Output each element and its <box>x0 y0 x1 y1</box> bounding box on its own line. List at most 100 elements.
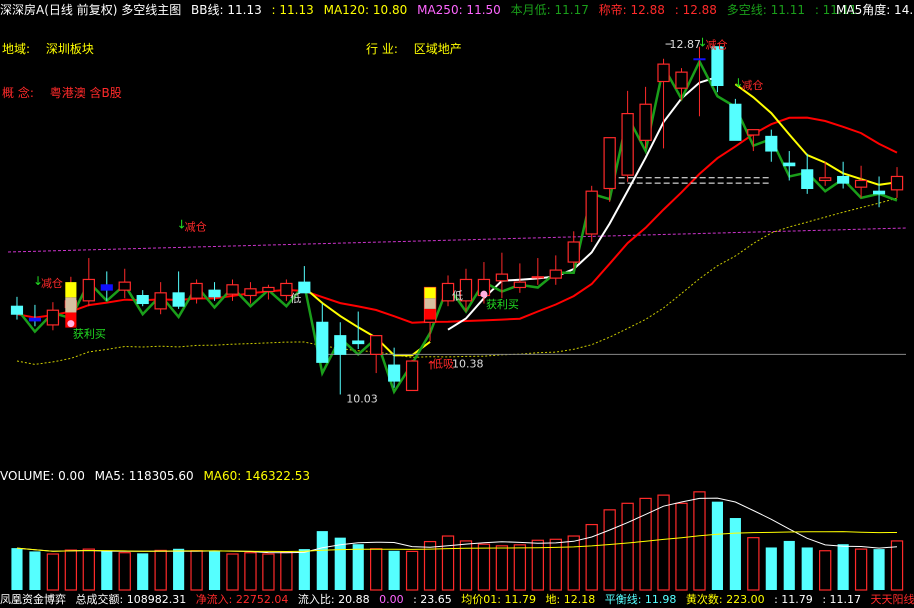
volume-bar[interactable] <box>585 523 598 591</box>
volume-bar[interactable] <box>819 550 832 591</box>
volume-bar[interactable] <box>101 550 113 590</box>
candle-body[interactable] <box>837 175 850 184</box>
candle-body[interactable] <box>226 284 239 295</box>
candle-body[interactable] <box>639 103 652 141</box>
volume-bar[interactable] <box>621 502 634 591</box>
volume-bar[interactable] <box>370 548 383 591</box>
candle-body[interactable] <box>388 364 401 382</box>
volume-bar[interactable] <box>837 544 849 590</box>
candle-body[interactable] <box>890 175 904 191</box>
volume-bar[interactable] <box>513 544 527 591</box>
volume-bar[interactable] <box>729 518 741 590</box>
volume-bar[interactable] <box>495 545 509 591</box>
candle-body[interactable] <box>10 305 24 315</box>
volume-bar[interactable] <box>388 550 400 590</box>
volume-bar[interactable] <box>154 549 167 591</box>
candle-body[interactable] <box>118 281 131 291</box>
candle-body[interactable] <box>405 360 419 392</box>
volume-bar[interactable] <box>567 535 580 591</box>
volume-bar[interactable] <box>226 553 239 591</box>
candle-body[interactable] <box>172 292 185 307</box>
volume-bar[interactable] <box>801 547 813 590</box>
candle-body[interactable] <box>801 169 814 189</box>
candle-body[interactable] <box>244 288 257 297</box>
candle-body[interactable] <box>729 103 742 141</box>
stock-title[interactable]: 深深房A(日线 前复权) 多空线主图 <box>0 3 181 17</box>
volume-bar[interactable] <box>765 547 777 590</box>
price-chart[interactable]: 12.8710.0310.38↓减仓↓减仓↓减仓↓减仓获利买获利买↑低吸低低 <box>0 20 914 466</box>
volume-bar[interactable] <box>173 548 185 590</box>
candle-body[interactable] <box>603 137 616 190</box>
profit-buy-label-1: 获利买 <box>486 298 519 311</box>
candle-body[interactable] <box>531 276 544 279</box>
month-low-label: 本月低: 11.17 <box>510 3 589 17</box>
volume-bars-group[interactable] <box>11 491 904 591</box>
candle-body[interactable] <box>28 317 42 322</box>
volume-bar[interactable] <box>118 552 131 591</box>
volume-bar[interactable] <box>783 540 795 590</box>
candle-body[interactable] <box>693 58 706 61</box>
candle-body[interactable] <box>567 241 580 263</box>
volume-bar[interactable] <box>675 502 688 591</box>
volume-ma5-line <box>16 497 898 554</box>
candle-body[interactable] <box>765 135 778 152</box>
volume-bar[interactable] <box>854 548 868 591</box>
total-turnover: 总成交额: 108982.31 <box>75 593 187 606</box>
candle-group[interactable] <box>10 46 904 395</box>
volume-bar[interactable] <box>82 548 95 591</box>
candle-body[interactable] <box>334 335 347 355</box>
candle-body[interactable] <box>585 190 598 235</box>
candle-body[interactable] <box>549 269 562 279</box>
candle-body[interactable] <box>675 71 688 89</box>
candle-body[interactable] <box>783 162 796 167</box>
low-marker-2: 低 <box>452 290 463 303</box>
volume-bar[interactable] <box>11 548 23 590</box>
candle-body[interactable] <box>819 177 832 182</box>
candle-body[interactable] <box>854 179 868 188</box>
candle-body[interactable] <box>495 273 509 282</box>
volume-bar[interactable] <box>137 553 149 590</box>
avg-label: 均价01: 11.79 <box>461 593 536 606</box>
volume-bar[interactable] <box>262 553 275 591</box>
candle-body[interactable] <box>82 278 95 302</box>
volume-bar[interactable] <box>405 550 419 591</box>
volume-bar[interactable] <box>711 501 723 590</box>
volume-bar[interactable] <box>29 551 41 590</box>
candle-body[interactable] <box>262 286 275 293</box>
volume-bar[interactable] <box>316 531 328 590</box>
candle-body[interactable] <box>136 295 149 305</box>
volume-bar[interactable] <box>873 549 885 590</box>
volume-bar[interactable] <box>657 494 670 591</box>
volume-bar[interactable] <box>190 550 203 591</box>
candle-body[interactable] <box>316 321 329 363</box>
candle-body[interactable] <box>513 281 527 289</box>
volume-bar[interactable] <box>280 551 293 591</box>
volume-bar[interactable] <box>352 544 364 590</box>
candle-body[interactable] <box>370 335 383 355</box>
candle-body[interactable] <box>154 292 167 310</box>
volume-bar[interactable] <box>64 549 78 591</box>
candle-body[interactable] <box>190 282 203 299</box>
volume-bar[interactable] <box>477 543 491 591</box>
volume-bar[interactable] <box>693 491 706 591</box>
volume-bar[interactable] <box>441 535 455 591</box>
volume-bar[interactable] <box>244 552 257 591</box>
tianyang-label: 天天阳线 <box>870 593 914 606</box>
candle-body[interactable] <box>352 340 365 345</box>
candle-body[interactable] <box>46 309 60 326</box>
reduce-label-3: 减仓 <box>741 78 763 92</box>
volume-bar[interactable] <box>298 549 310 590</box>
volume-chart[interactable] <box>0 484 914 592</box>
candle-body[interactable] <box>100 284 113 291</box>
volume-bar[interactable] <box>890 540 904 591</box>
candle-body[interactable] <box>747 129 760 136</box>
candle-body[interactable] <box>657 63 670 83</box>
volume-bar[interactable] <box>603 509 616 591</box>
volume-bar[interactable] <box>46 553 60 591</box>
candle-body[interactable] <box>711 46 724 87</box>
candle-body[interactable] <box>872 190 886 195</box>
candle-body[interactable] <box>208 289 221 298</box>
volume-bar[interactable] <box>208 551 221 590</box>
volume-bar[interactable] <box>747 537 760 591</box>
candle-body[interactable] <box>621 112 634 176</box>
